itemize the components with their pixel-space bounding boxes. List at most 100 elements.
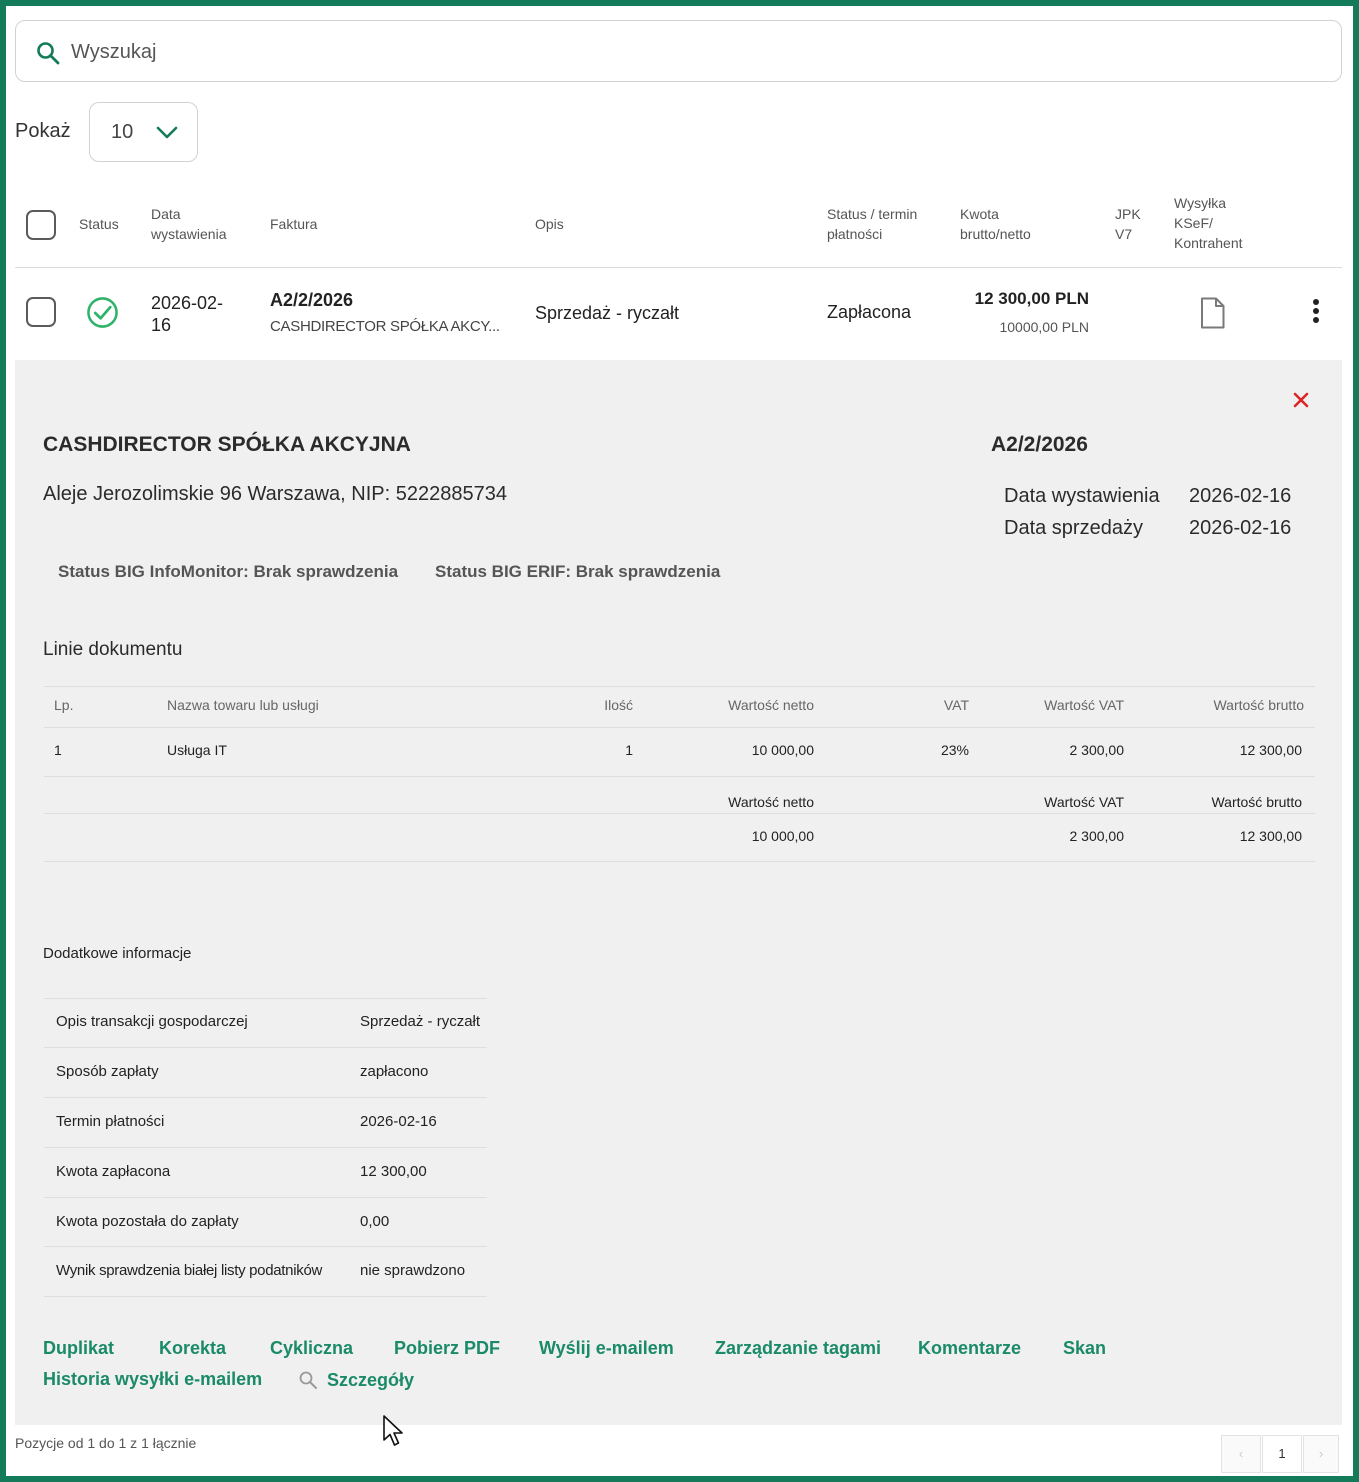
totals-net: 10 000,00 [751, 828, 814, 844]
manage-tags-link[interactable]: Zarządzanie tagami [715, 1338, 881, 1359]
col-header-status[interactable]: Status [79, 214, 119, 234]
line-net: 10 000,00 [751, 742, 814, 758]
comments-link[interactable]: Komentarze [918, 1338, 1021, 1359]
line-gross: 12 300,00 [1239, 742, 1302, 758]
additional-info-title: Dodatkowe informacje [43, 945, 192, 962]
col-header-payment-line1: Status / termin [827, 206, 918, 222]
row-client-name: CASHDIRECTOR SPÓŁKA AKCY... [270, 318, 500, 335]
col-header-jpk-line2: V7 [1115, 226, 1133, 242]
document-lines-title: Linie dokumentu [43, 639, 183, 660]
lines-header-vat-value: Wartość VAT [1044, 697, 1124, 713]
info-key: Wynik sprawdzenia białej listy podatnikó… [56, 1262, 323, 1279]
row-payment-status: Zapłacona [827, 302, 912, 322]
col-header-ksef[interactable]: Wysyłka KSeF/ Kontrahent [1174, 193, 1243, 253]
info-divider [44, 998, 487, 999]
document-icon[interactable] [1200, 297, 1225, 329]
issue-date-label: Data wystawienia [1004, 485, 1160, 507]
totals-gross: 12 300,00 [1239, 828, 1302, 844]
company-name: CASHDIRECTOR SPÓŁKA AKCYJNA [43, 433, 411, 456]
prev-page-button[interactable]: ‹ [1221, 1435, 1261, 1473]
totals-header-gross: Wartość brutto [1211, 794, 1302, 810]
invoice-number-title: A2/2/2026 [991, 433, 1088, 456]
row-issue-date-line2: 16 [151, 315, 172, 335]
duplicate-link[interactable]: Duplikat [43, 1338, 114, 1359]
info-divider [44, 1197, 487, 1198]
page-size-label: Pokaż [15, 120, 71, 142]
page-size-value: 10 [111, 121, 134, 143]
line-name: Usługa IT [167, 742, 227, 758]
col-header-amount-line2: brutto/netto [960, 226, 1031, 242]
col-header-amount[interactable]: Kwota brutto/netto [960, 204, 1031, 244]
totals-header-vat-value: Wartość VAT [1044, 794, 1124, 810]
cyclic-link[interactable]: Cykliczna [270, 1338, 353, 1359]
lines-header-qty: Ilość [604, 697, 633, 713]
sale-date-label: Data sprzedaży [1004, 517, 1143, 539]
sale-date-value: 2026-02-16 [1189, 517, 1292, 539]
col-header-ksef-line3: Kontrahent [1174, 235, 1243, 251]
col-header-description[interactable]: Opis [535, 214, 564, 234]
correction-link[interactable]: Korekta [159, 1338, 226, 1359]
page-1-button[interactable]: 1 [1262, 1435, 1302, 1473]
info-divider [44, 1047, 487, 1048]
totals-vat-value: 2 300,00 [1069, 828, 1125, 844]
col-header-payment-line2: płatności [827, 226, 883, 242]
more-options-icon[interactable] [1305, 297, 1327, 327]
info-value: 12 300,00 [360, 1163, 427, 1180]
magnifier-icon [299, 1371, 317, 1389]
col-header-jpk[interactable]: JPK V7 [1115, 204, 1141, 244]
search-input[interactable] [71, 35, 1271, 69]
search-bar[interactable] [15, 20, 1342, 82]
col-header-jpk-line1: JPK [1115, 206, 1141, 222]
lines-header-vat: VAT [943, 697, 969, 713]
row-gross-amount: 12 300,00 PLN [974, 289, 1089, 308]
send-email-link[interactable]: Wyślij e-mailem [539, 1338, 674, 1359]
col-header-ksef-line1: Wysyłka [1174, 195, 1226, 211]
lines-divider [44, 686, 1315, 687]
row-issue-date: 2026-02- 16 [151, 292, 241, 336]
col-header-date-line1: Data [151, 206, 181, 222]
mouse-cursor-icon [383, 1415, 403, 1446]
row-net-amount: 10000,00 PLN [999, 319, 1089, 335]
col-header-amount-line1: Kwota [960, 206, 999, 222]
select-all-checkbox[interactable] [26, 210, 56, 240]
info-divider [44, 1246, 487, 1247]
info-value: zapłacono [360, 1063, 429, 1080]
pagination-summary: Pozycje od 1 do 1 z 1 łącznie [15, 1435, 197, 1451]
col-header-invoice[interactable]: Faktura [270, 214, 317, 234]
info-key: Sposób zapłaty [56, 1063, 159, 1080]
header-divider [15, 267, 1342, 268]
company-address: Aleje Jerozolimskie 96 Warszawa, NIP: 52… [43, 483, 507, 505]
info-value: 2026-02-16 [360, 1113, 437, 1130]
chevron-down-icon [156, 126, 178, 139]
info-key: Opis transakcji gospodarczej [56, 1013, 248, 1030]
search-icon [37, 42, 60, 65]
issue-date-value: 2026-02-16 [1189, 485, 1292, 507]
download-pdf-link[interactable]: Pobierz PDF [394, 1338, 500, 1359]
info-key: Kwota pozostała do zapłaty [56, 1213, 239, 1230]
info-key: Kwota zapłacona [56, 1163, 171, 1180]
line-qty: 1 [625, 742, 633, 758]
check-circle-icon [87, 297, 118, 328]
info-divider [44, 1147, 487, 1148]
col-header-payment[interactable]: Status / termin płatności [827, 204, 917, 244]
details-link[interactable]: Szczegóły [327, 1370, 414, 1391]
totals-header-net: Wartość netto [728, 794, 814, 810]
lines-header-net: Wartość netto [728, 697, 814, 713]
info-divider [44, 1296, 487, 1297]
lines-header-name: Nazwa towaru lub usługi [167, 697, 319, 713]
close-icon[interactable] [1291, 390, 1311, 410]
big-erif-status: Status BIG ERIF: Brak sprawdzenia [435, 562, 721, 581]
line-vat: 23% [940, 742, 969, 758]
line-lp: 1 [54, 742, 62, 758]
lines-header-lp: Lp. [54, 697, 74, 713]
row-invoice-number[interactable]: A2/2/2026 [270, 290, 353, 311]
email-history-link[interactable]: Historia wysyłki e-mailem [43, 1369, 262, 1390]
scan-link[interactable]: Skan [1063, 1338, 1106, 1359]
page-size-select[interactable]: 10 [89, 102, 198, 162]
row-checkbox[interactable] [26, 297, 56, 327]
next-page-button[interactable]: › [1303, 1435, 1339, 1473]
info-value: nie sprawdzono [360, 1262, 466, 1279]
col-header-date[interactable]: Data wystawienia [151, 204, 226, 244]
col-header-date-line2: wystawienia [151, 226, 227, 242]
info-key: Termin płatności [56, 1113, 165, 1130]
